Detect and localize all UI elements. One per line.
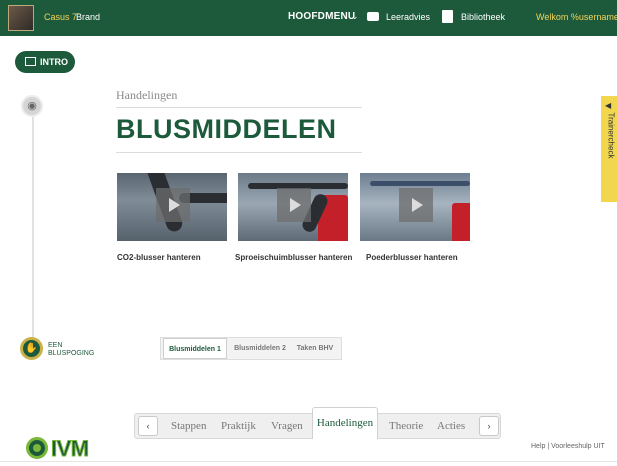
casus-name: Brand: [76, 12, 101, 22]
chevron-down-icon[interactable]: ⌄: [351, 11, 359, 22]
play-screen-icon: [25, 57, 36, 66]
logo-ring-icon: [26, 437, 48, 459]
divider: [0, 461, 617, 462]
logo-text: IVM: [51, 436, 90, 462]
help-links[interactable]: Help | Voorleeshulp UIT: [531, 443, 605, 450]
subtab-taken-bhv[interactable]: Taken BHV: [291, 338, 339, 359]
divider: [116, 107, 362, 108]
chat-icon[interactable]: [367, 12, 379, 21]
page-title: BLUSMIDDELEN: [116, 114, 337, 144]
nav-item-theorie[interactable]: Theorie: [389, 420, 423, 432]
intro-button[interactable]: INTRO: [15, 51, 75, 73]
timeline-step-line1: EEN: [48, 342, 63, 349]
nav-item-vragen[interactable]: Vragen: [271, 420, 303, 432]
play-icon[interactable]: [399, 188, 433, 222]
video-thumbnail-sproeischuim[interactable]: [238, 173, 348, 241]
ivm-logo: IVM: [26, 436, 101, 462]
welcome-text: Welkom %username%: [536, 12, 617, 22]
hand-icon[interactable]: ✋: [20, 337, 43, 360]
nav-item-praktijk[interactable]: Praktijk: [221, 420, 256, 432]
avatar: [8, 5, 34, 31]
timeline-step-line2: BLUSPOGING: [48, 350, 95, 357]
nav-item-acties[interactable]: Acties: [437, 420, 465, 432]
nav-item-handelingen[interactable]: Handelingen: [312, 407, 378, 439]
bibliotheek-link[interactable]: Bibliotheek: [461, 12, 505, 22]
video-caption-co2[interactable]: CO2-blusser hanteren: [117, 253, 201, 262]
main-menu-button[interactable]: HOOFDMENU: [288, 11, 355, 22]
chevron-left-icon[interactable]: ◀: [605, 101, 611, 110]
video-thumbnail-poeder[interactable]: [360, 173, 470, 241]
subtab-bar: Blusmiddelen 1 Blusmiddelen 2 Taken BHV: [160, 337, 342, 360]
timeline-step-label[interactable]: EEN BLUSPOGING: [48, 342, 108, 358]
subtab-blusmiddelen-2[interactable]: Blusmiddelen 2: [231, 338, 289, 359]
video-caption-sproeischuim[interactable]: Sproeischuimblusser hanteren: [235, 253, 352, 262]
subtab-blusmiddelen-1[interactable]: Blusmiddelen 1: [163, 338, 227, 359]
top-bar: Casus 7 Brand HOOFDMENU ⌄ Leeradvies Bib…: [0, 0, 617, 36]
intro-label: INTRO: [40, 57, 68, 67]
video-caption-poeder[interactable]: Poederblusser hanteren: [366, 253, 458, 262]
trainercheck-label: Trainercheck: [606, 112, 616, 159]
nav-next-button[interactable]: ›: [479, 416, 499, 436]
casus-label: Casus 7: [44, 12, 78, 22]
timeline-track: [32, 108, 34, 348]
divider: [116, 152, 362, 153]
nav-item-stappen[interactable]: Stappen: [171, 420, 206, 432]
breadcrumb: Handelingen: [116, 88, 178, 102]
play-icon[interactable]: [156, 188, 190, 222]
video-thumbnail-co2[interactable]: [117, 173, 227, 241]
book-icon[interactable]: [442, 10, 453, 23]
leeradvies-link[interactable]: Leeradvies: [386, 12, 430, 22]
nav-prev-button[interactable]: ‹: [138, 416, 158, 436]
trainercheck-tab[interactable]: ◀ Trainercheck: [601, 96, 617, 202]
eye-icon[interactable]: ◉: [21, 95, 43, 117]
play-icon[interactable]: [277, 188, 311, 222]
